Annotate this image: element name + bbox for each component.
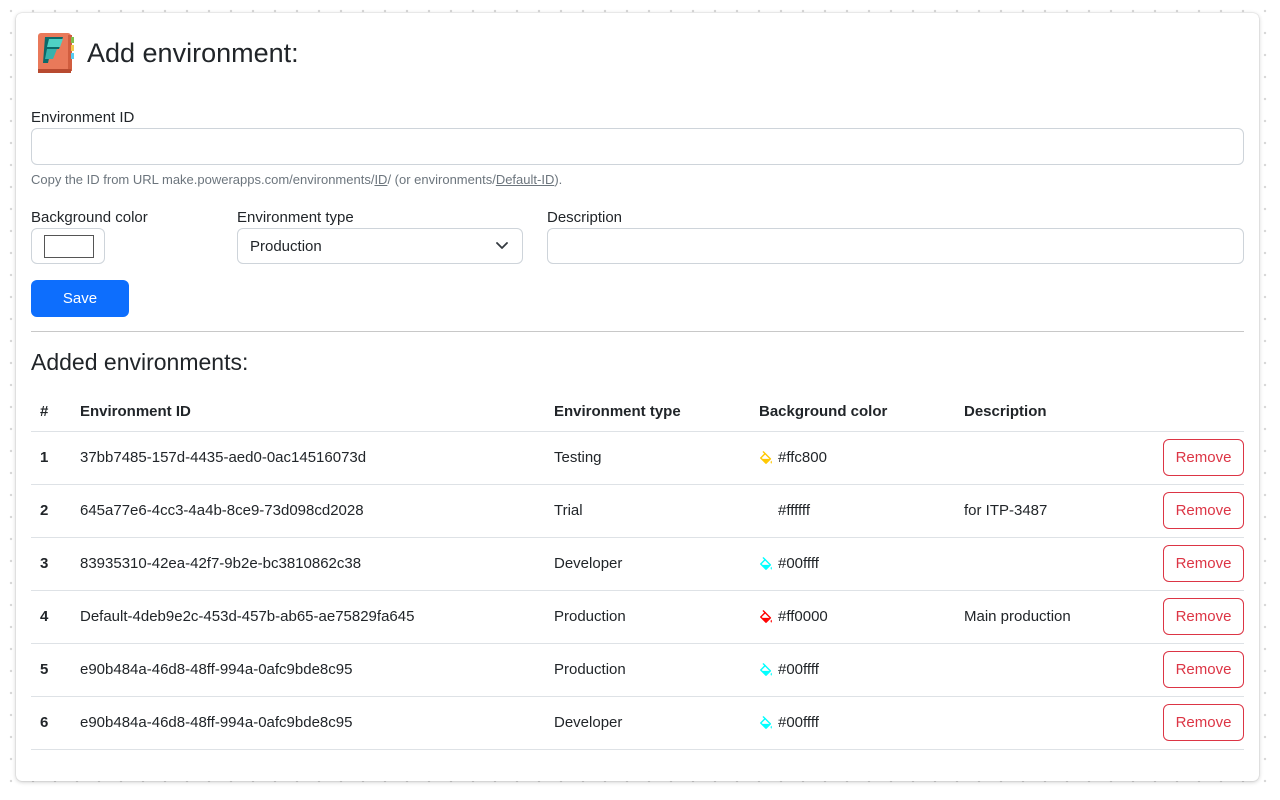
row-environment-type: Developer	[545, 696, 750, 750]
row-color-value: #ff0000	[778, 608, 828, 625]
app-logo-icon	[38, 33, 74, 73]
table-row: 6 e90b484a-46d8-48ff-994a-0afc9bde8c95 Dev…	[31, 696, 1244, 750]
paint-bucket-icon	[760, 503, 772, 517]
table-row: 2 645a77e6-4cc3-4a4b-8ce9-73d098cd2028 Tri…	[31, 484, 1244, 538]
description-label: Description	[547, 209, 623, 226]
row-background-color: #ffffff	[750, 484, 955, 538]
table-row: 4 Default-4deb9e2c-453d-457b-ab65-ae75829…	[31, 590, 1244, 644]
chevron-down-icon	[496, 242, 508, 249]
environments-table: # Environment ID Environment type Backgr…	[31, 392, 1244, 750]
row-description	[955, 537, 1125, 591]
paint-bucket-icon	[760, 662, 772, 676]
row-actions: Remove	[1125, 590, 1244, 644]
added-environments-title: Added environments:	[31, 349, 249, 375]
background-color-label: Background color	[31, 209, 148, 226]
table-row: 3 83935310-42ea-42f7-9b2e-bc3810862c38 Dev…	[31, 537, 1244, 591]
row-background-color: #00ffff	[750, 696, 955, 750]
table-header-row: # Environment ID Environment type Backgr…	[31, 392, 1244, 432]
remove-button[interactable]: Remove	[1163, 704, 1244, 741]
row-background-color: #ff0000	[750, 590, 955, 644]
row-number: 6	[31, 696, 71, 750]
help-default-id-text: Default-ID	[495, 172, 555, 187]
row-actions: Remove	[1125, 696, 1244, 750]
header-environment-type: Environment type	[545, 392, 750, 432]
row-environment-type: Production	[545, 643, 750, 697]
row-environment-type: Trial	[545, 484, 750, 538]
remove-button[interactable]: Remove	[1163, 545, 1244, 582]
row-color-value: #00ffff	[778, 661, 819, 678]
row-number: 1	[31, 431, 71, 485]
row-description	[955, 431, 1125, 485]
row-number: 5	[31, 643, 71, 697]
row-background-color: #00ffff	[750, 537, 955, 591]
help-id-text: ID	[374, 172, 388, 187]
save-button[interactable]: Save	[31, 280, 129, 317]
table-row: 5 e90b484a-46d8-48ff-994a-0afc9bde8c95 Pro…	[31, 643, 1244, 697]
background-color-picker[interactable]	[31, 228, 105, 264]
row-environment-id: 83935310-42ea-42f7-9b2e-bc3810862c38	[71, 537, 545, 591]
row-color-value: #ffffff	[778, 502, 810, 519]
environment-id-help: Copy the ID from URL make.powerapps.com/…	[31, 172, 563, 187]
row-actions: Remove	[1125, 431, 1244, 485]
row-description	[955, 696, 1125, 750]
environment-id-label: Environment ID	[31, 109, 135, 126]
environment-type-label: Environment type	[237, 209, 354, 226]
remove-button[interactable]: Remove	[1163, 598, 1244, 635]
paint-bucket-icon	[760, 715, 772, 729]
header-environment-id: Environment ID	[71, 392, 545, 432]
remove-button[interactable]: Remove	[1163, 439, 1244, 476]
row-environment-id: 37bb7485-157d-4435-aed0-0ac14516073d	[71, 431, 545, 485]
header-background-color: Background color	[750, 392, 955, 432]
header-actions	[1125, 392, 1244, 432]
remove-button[interactable]: Remove	[1163, 492, 1244, 529]
row-environment-id: 645a77e6-4cc3-4a4b-8ce9-73d098cd2028	[71, 484, 545, 538]
row-actions: Remove	[1125, 484, 1244, 538]
row-description: for ITP-3487	[955, 484, 1125, 538]
row-actions: Remove	[1125, 643, 1244, 697]
row-number: 4	[31, 590, 71, 644]
header-number: #	[31, 392, 71, 432]
row-environment-id: Default-4deb9e2c-453d-457b-ab65-ae75829f…	[71, 590, 545, 644]
header-description: Description	[955, 392, 1125, 432]
remove-button[interactable]: Remove	[1163, 651, 1244, 688]
paint-bucket-icon	[760, 609, 772, 623]
row-description	[955, 643, 1125, 697]
header: Add environment:	[35, 28, 299, 78]
row-environment-type: Production	[545, 590, 750, 644]
description-input[interactable]	[547, 228, 1244, 264]
environment-type-select[interactable]: Production	[237, 228, 523, 264]
page-title: Add environment:	[87, 37, 299, 68]
environment-id-input[interactable]	[31, 128, 1244, 165]
environment-type-value: Production	[250, 237, 322, 255]
row-actions: Remove	[1125, 537, 1244, 591]
background-color-swatch	[44, 235, 94, 258]
row-color-value: #00ffff	[778, 714, 819, 731]
row-color-value: #ffc800	[778, 449, 827, 466]
row-environment-id: e90b484a-46d8-48ff-994a-0afc9bde8c95	[71, 643, 545, 697]
row-environment-type: Testing	[545, 431, 750, 485]
section-divider	[31, 331, 1244, 332]
row-description: Main production	[955, 590, 1125, 644]
row-number: 2	[31, 484, 71, 538]
paint-bucket-icon	[760, 556, 772, 570]
row-environment-type: Developer	[545, 537, 750, 591]
row-background-color: #00ffff	[750, 643, 955, 697]
row-environment-id: e90b484a-46d8-48ff-994a-0afc9bde8c95	[71, 696, 545, 750]
table-row: 1 37bb7485-157d-4435-aed0-0ac14516073d Tes…	[31, 431, 1244, 485]
paint-bucket-icon	[760, 450, 772, 464]
row-color-value: #00ffff	[778, 555, 819, 572]
row-background-color: #ffc800	[750, 431, 955, 485]
row-number: 3	[31, 537, 71, 591]
main-card: Add environment: Environment ID Copy the…	[16, 13, 1259, 781]
